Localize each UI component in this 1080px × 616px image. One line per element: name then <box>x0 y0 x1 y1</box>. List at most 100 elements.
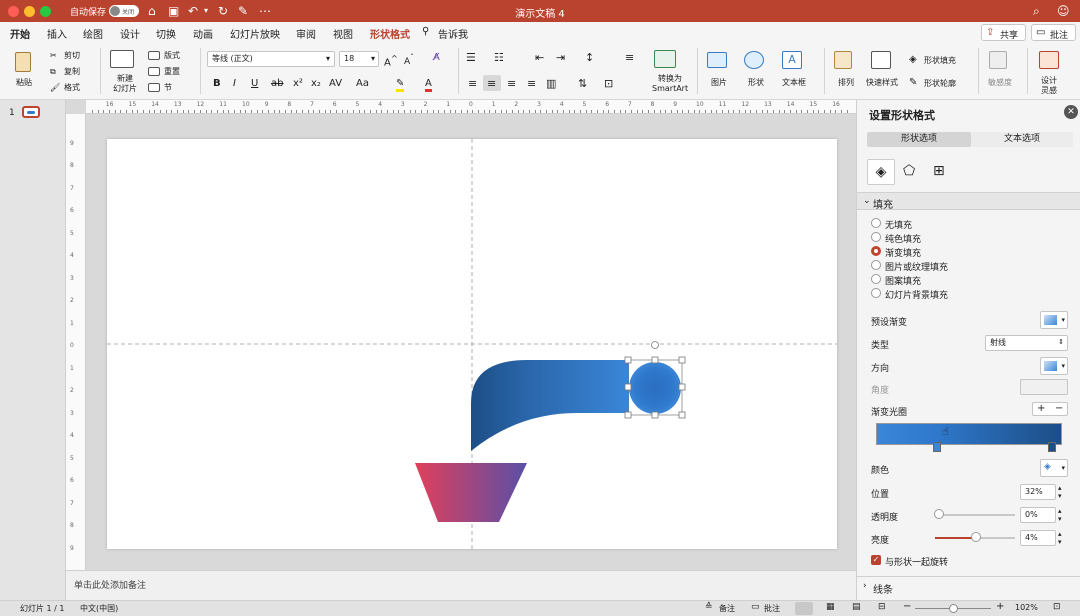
gradient-bar[interactable] <box>876 423 1062 445</box>
tab-text-options[interactable]: 文本选项 <box>971 132 1073 147</box>
reset-button[interactable]: 重置 <box>164 67 180 77</box>
arrange-icon[interactable] <box>834 51 852 69</box>
sensitivity-button[interactable]: 敏感度 <box>988 78 1012 88</box>
slide-sorter-icon[interactable]: ▦ <box>826 602 835 612</box>
color-picker-dropdown[interactable]: ◈ ▾ <box>1040 459 1068 477</box>
new-slide-icon[interactable] <box>110 50 134 68</box>
add-stop-button[interactable]: + <box>1037 403 1045 415</box>
tab-shape-format[interactable]: 形状格式 <box>370 26 410 41</box>
zoom-level[interactable]: 102% <box>1015 603 1038 612</box>
fit-to-window-icon[interactable]: ⊡ <box>1053 602 1061 612</box>
numbering-icon[interactable]: ☷ <box>494 52 504 63</box>
format-painter-icon[interactable]: 🖌 <box>50 83 60 93</box>
brightness-input[interactable]: 4% <box>1020 530 1056 546</box>
position-stepper[interactable]: ▴ ▾ <box>1058 484 1062 500</box>
shapes-icon[interactable] <box>744 51 764 69</box>
comments-button[interactable]: ▭ 批注 <box>1031 24 1076 41</box>
size-properties-icon[interactable]: ⊞ <box>933 163 945 179</box>
tab-animations[interactable]: 动画 <box>193 26 213 41</box>
justify-icon[interactable]: ≡ <box>527 78 536 89</box>
transparency-slider-track[interactable] <box>935 514 1015 516</box>
notes-icon[interactable]: ≙ <box>705 602 713 612</box>
tab-design[interactable]: 设计 <box>120 26 140 41</box>
align-text-icon[interactable]: ⊡ <box>604 78 613 89</box>
picture-icon[interactable] <box>707 52 727 68</box>
char-spacing-icon[interactable]: AV <box>329 79 342 89</box>
normal-view-button[interactable] <box>795 602 813 615</box>
zoom-out-icon[interactable]: − <box>903 601 911 612</box>
designer-button[interactable]: 设计 灵感 <box>1041 76 1057 96</box>
close-icon[interactable]: ✕ <box>1064 105 1078 119</box>
align-right-icon[interactable]: ≡ <box>507 78 516 89</box>
textbox-button[interactable]: 文本框 <box>782 78 806 88</box>
clear-format-icon[interactable]: A̸ <box>433 53 440 63</box>
notes-pane[interactable]: 单击此处添加备注 <box>66 570 856 600</box>
smartart-icon[interactable] <box>654 50 676 68</box>
more-icon[interactable]: ⋯ <box>259 3 271 19</box>
distributed-icon[interactable]: ▥ <box>546 78 556 89</box>
tab-transitions[interactable]: 切换 <box>156 26 176 41</box>
type-select[interactable]: 射线 ⇕ <box>985 335 1068 351</box>
slideshow-icon[interactable]: ⊟ <box>878 602 886 612</box>
shape-outline-button[interactable]: 形状轮廓 <box>924 79 956 89</box>
radio-no-fill[interactable] <box>871 218 881 228</box>
fill-section-header[interactable]: ⌄ 填充 <box>857 192 1080 211</box>
remove-stop-button[interactable]: − <box>1055 403 1063 415</box>
brightness-stepper[interactable]: ▴ ▾ <box>1058 530 1062 546</box>
cut-icon[interactable]: ✂ <box>50 51 57 61</box>
transparency-slider-thumb[interactable] <box>934 509 944 519</box>
decrease-font-icon[interactable]: Aˇ <box>404 53 414 67</box>
picture-button[interactable]: 图片 <box>711 78 727 88</box>
shape-fill-button[interactable]: 形状填充 <box>924 56 956 66</box>
slide[interactable] <box>107 139 837 549</box>
comments-toggle[interactable]: 批注 <box>764 603 780 614</box>
save-icon[interactable]: ▣ <box>168 3 179 19</box>
gradient-stop-handle[interactable] <box>933 442 941 452</box>
font-size-select[interactable]: 18 ▾ <box>339 51 379 67</box>
redo-icon[interactable]: ↻ <box>218 3 228 19</box>
radio-picture-fill[interactable] <box>871 260 881 270</box>
increase-font-icon[interactable]: A^ <box>384 53 398 68</box>
chevron-right-icon[interactable]: › <box>863 581 867 591</box>
slide-thumbnail[interactable] <box>22 106 40 118</box>
notes-toggle[interactable]: 备注 <box>719 603 735 614</box>
quick-styles-icon[interactable] <box>871 51 891 69</box>
convert-smartart-button[interactable]: 转换为 SmartArt <box>652 74 688 94</box>
columns-icon[interactable]: ≡ <box>625 52 634 63</box>
home-icon[interactable]: ⌂ <box>148 3 156 19</box>
close-window-button[interactable] <box>8 6 19 17</box>
subscript-icon[interactable]: x₂ <box>311 79 321 89</box>
zoom-in-icon[interactable]: + <box>996 601 1004 612</box>
zoom-window-button[interactable] <box>40 6 51 17</box>
radio-background-fill[interactable] <box>871 288 881 298</box>
decrease-indent-icon[interactable]: ⇤ <box>535 52 544 63</box>
arrange-button[interactable]: 排列 <box>838 78 854 88</box>
tab-slideshow[interactable]: 幻灯片放映 <box>230 26 280 41</box>
preset-gradient-dropdown[interactable]: ▾ <box>1040 311 1068 329</box>
effects-pentagon-icon[interactable]: ⬠ <box>903 163 915 179</box>
line-spacing-icon[interactable]: ↕ <box>585 52 594 63</box>
format-painter-button[interactable]: 格式 <box>64 83 80 93</box>
bold-icon[interactable]: B <box>213 79 221 89</box>
rotate-handle-icon[interactable] <box>651 341 659 349</box>
trapezoid-shape[interactable] <box>415 463 527 522</box>
textbox-icon[interactable]: A <box>782 51 802 69</box>
cut-button[interactable]: 剪切 <box>64 51 80 61</box>
designer-icon[interactable] <box>1039 51 1059 69</box>
search-icon[interactable]: ⌕ <box>1033 3 1040 19</box>
comments-icon[interactable]: ▭ <box>751 602 760 612</box>
autosave-toggle[interactable]: 关闭 <box>109 5 139 17</box>
increase-indent-icon[interactable]: ⇥ <box>556 52 565 63</box>
strikethrough-icon[interactable]: ab <box>271 79 283 89</box>
zoom-slider-thumb[interactable] <box>949 604 958 613</box>
radio-solid-fill[interactable] <box>871 232 881 242</box>
shape-outline-icon[interactable]: ✎ <box>909 78 917 88</box>
account-icon[interactable]: ☺ <box>1057 3 1070 19</box>
edit-icon[interactable]: ✎ <box>238 3 248 19</box>
brightness-slider-thumb[interactable] <box>971 532 981 542</box>
tab-tell-me[interactable]: 告诉我 <box>438 26 468 41</box>
direction-dropdown[interactable]: ▾ <box>1040 357 1068 375</box>
radio-gradient-fill[interactable] <box>871 246 881 256</box>
reading-view-icon[interactable]: ▤ <box>852 602 861 612</box>
copy-button[interactable]: 复制 <box>64 67 80 77</box>
